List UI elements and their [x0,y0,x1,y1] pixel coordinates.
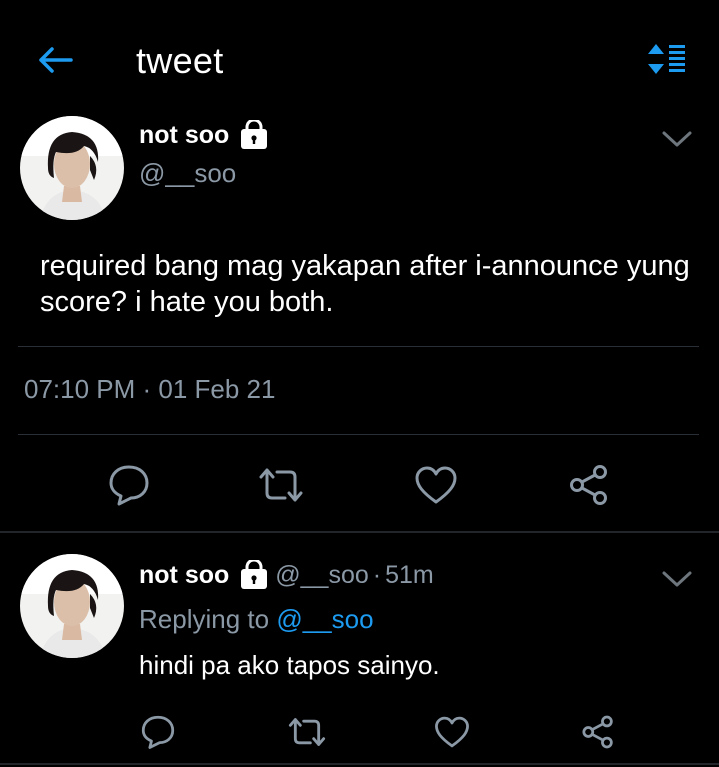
top-bar: tweet [0,0,719,120]
retweet-button[interactable] [286,710,328,754]
lock-icon [241,120,268,149]
avatar-image [20,116,124,220]
reply-text: hindi pa ako tapos sainyo. [139,650,440,680]
replying-to-link[interactable]: @__soo [276,604,373,634]
separator: · [372,560,382,589]
section-divider [0,763,719,765]
heart-icon [415,466,457,504]
heart-icon [435,716,469,748]
tweet-author[interactable]: not soo [139,120,269,150]
divider [18,346,699,347]
author-handle[interactable]: @__soo [139,158,236,189]
tweet-timestamp[interactable]: 07:10 PM · 01 Feb 21 [24,374,275,405]
like-button[interactable] [412,460,460,510]
chevron-down-icon [662,571,692,587]
reply-author-handle[interactable]: @__soo [275,561,369,590]
avatar-image [20,554,124,658]
share-button[interactable] [578,710,618,754]
share-button[interactable] [566,460,612,510]
retweet-button[interactable] [256,460,306,510]
reply-button[interactable] [138,710,178,754]
retweet-icon [288,718,326,746]
replying-prefix: Replying to [139,604,270,634]
sort-icon [648,44,685,74]
avatar[interactable] [20,116,124,220]
retweet-icon [259,468,303,502]
back-button[interactable] [34,38,78,82]
arrow-left-icon [39,47,73,73]
tweet-menu-button[interactable] [660,126,694,152]
reply-time[interactable]: 51m [385,561,434,590]
share-icon [582,715,613,749]
reply-button[interactable] [106,460,152,510]
avatar[interactable] [20,554,124,658]
replying-to: Replying to @__soo [139,604,374,635]
reply-menu-button[interactable] [660,566,694,592]
reply-actions [0,710,719,754]
reply-header: not soo @__soo · 51m [139,560,434,590]
page-title: tweet [136,40,224,81]
lock-icon [241,560,268,589]
section-divider [0,531,719,533]
author-name: not soo [139,120,230,149]
reply-author-name[interactable]: not soo [139,561,229,590]
share-icon [570,465,607,505]
like-button[interactable] [432,710,472,754]
divider [18,434,699,435]
chevron-down-icon [662,131,692,147]
sort-button[interactable] [642,40,690,80]
tweet-actions [0,460,719,510]
comment-icon [109,465,149,506]
tweet-text: required bang mag yakapan after i-announ… [40,250,690,318]
comment-icon [141,715,175,749]
